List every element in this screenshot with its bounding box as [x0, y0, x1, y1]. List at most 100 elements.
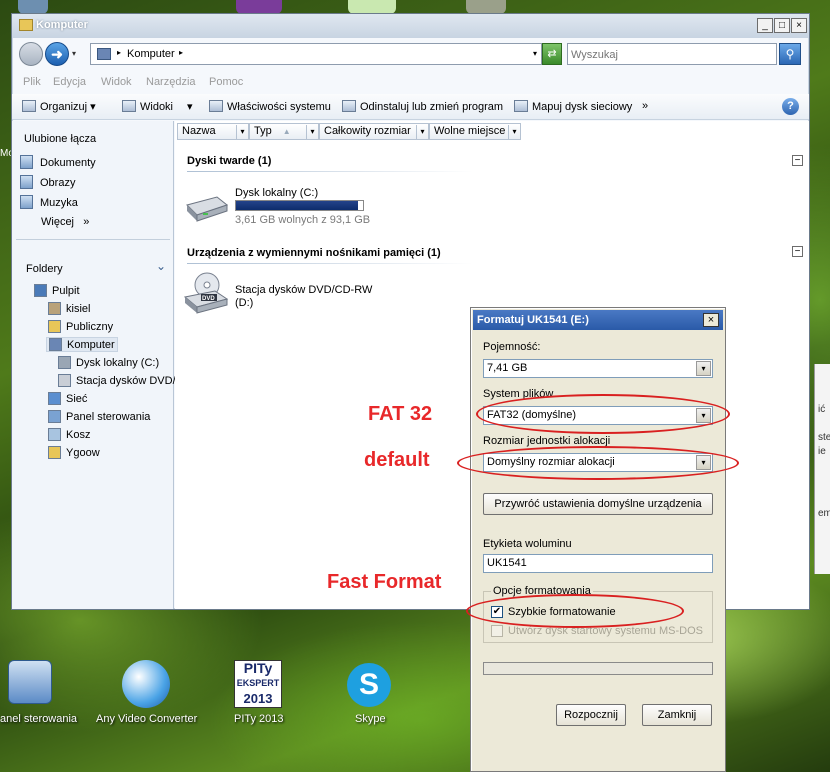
drive-c-usage-fill	[236, 201, 358, 210]
menu-edit[interactable]: Edycja	[53, 76, 86, 88]
msdos-checkbox[interactable]	[491, 625, 503, 637]
menu-tools[interactable]: Narzędzia	[146, 76, 196, 88]
chevron-down-icon[interactable]: ▾	[416, 125, 428, 139]
chevron-down-icon[interactable]: ▾	[306, 125, 318, 139]
tree-label: Ygoow	[66, 447, 100, 459]
pity-badge-line2: EKSPERT	[236, 678, 280, 688]
desktop-top-icon-4[interactable]	[466, 0, 506, 14]
tree-item-public[interactable]: Publiczny	[48, 320, 113, 333]
address-bar[interactable]: ▸ Komputer ▸ ▾	[90, 43, 542, 65]
start-button[interactable]: Rozpocznij	[556, 704, 626, 726]
desktop-top-icon-1[interactable]	[18, 0, 48, 14]
fav-label: Dokumenty	[40, 157, 96, 169]
fav-item-documents[interactable]: Dokumenty	[20, 155, 96, 169]
tree-item-computer[interactable]: Komputer	[46, 337, 118, 352]
pity-badge-line3: 2013	[243, 691, 273, 706]
drive-c-free-space: 3,61 GB wolnych z 93,1 GB	[235, 214, 371, 226]
menu-file[interactable]: Plik	[23, 76, 41, 88]
column-name[interactable]: Nazwa ▾	[177, 123, 249, 140]
bg-fragment-4: em	[818, 508, 830, 519]
desktop-label-any-video-converter[interactable]: Any Video Converter	[96, 713, 197, 725]
format-progress-bar	[483, 662, 713, 675]
title-bar[interactable]: Komputer _ □ ×	[12, 14, 809, 38]
refresh-button[interactable]: ⇄	[542, 43, 562, 65]
close-button[interactable]: ×	[791, 18, 807, 33]
tree-item-control-panel[interactable]: Panel sterowania	[48, 410, 150, 423]
format-dialog: Formatuj UK1541 (E:) × Pojemność: 7,41 G…	[470, 307, 726, 772]
capacity-value: 7,41 GB	[487, 362, 528, 374]
group-removable[interactable]: Urządzenia z wymiennymi nośnikami pamięc…	[187, 247, 441, 259]
history-chevron-icon[interactable]: ▾	[72, 49, 76, 58]
minimize-button[interactable]: _	[757, 18, 773, 33]
collapse-hard-drives-button[interactable]: −	[792, 155, 803, 166]
folder-icon	[48, 320, 61, 333]
desktop-icon-control-panel[interactable]	[8, 660, 52, 704]
capacity-select[interactable]: 7,41 GB ▾	[483, 359, 713, 378]
chevron-down-icon[interactable]: ⌄	[156, 259, 166, 273]
uninstall-button[interactable]: Odinstaluj lub zmień program	[342, 100, 503, 113]
music-icon	[20, 195, 33, 209]
search-box[interactable]	[567, 43, 777, 65]
column-total-size[interactable]: Całkowity rozmiar ▾	[319, 123, 429, 140]
search-input[interactable]	[571, 47, 771, 62]
chevron-down-icon[interactable]: ▾	[696, 361, 711, 376]
toolbar-more-button[interactable]: »	[642, 100, 648, 112]
desktop-top-icon-cpuz[interactable]	[236, 0, 282, 14]
restore-defaults-button[interactable]: Przywróć ustawienia domyślne urządzenia	[483, 493, 713, 515]
menu-help[interactable]: Pomoc	[209, 76, 243, 88]
tree-item-network[interactable]: Sieć	[48, 392, 87, 405]
breadcrumb-separator[interactable]: ▸	[117, 48, 121, 57]
annotation-fast-format: Fast Format	[327, 571, 442, 593]
desktop-label-skype[interactable]: Skype	[355, 713, 386, 725]
programs-icon	[342, 100, 356, 112]
breadcrumb-separator-2[interactable]: ▸	[179, 48, 183, 57]
help-icon[interactable]: ?	[782, 98, 799, 115]
organize-icon	[22, 100, 36, 112]
group-hard-drives[interactable]: Dyski twarde (1)	[187, 155, 271, 167]
navigation-pane: Ulubione łącza Dokumenty Obrazy Muzyka W…	[12, 121, 176, 609]
address-row: ➜ ▾ ▸ Komputer ▸ ▾ ⇄ ⚲	[12, 39, 809, 69]
desktop-top-icon-3[interactable]	[348, 0, 396, 14]
collapse-removable-button[interactable]: −	[792, 246, 803, 257]
organize-button[interactable]: Organizuj ▾	[22, 100, 96, 113]
pane-divider[interactable]	[16, 239, 170, 240]
system-properties-label: Właściwości systemu	[227, 101, 331, 113]
back-button[interactable]	[19, 42, 43, 66]
maximize-button[interactable]: □	[774, 18, 790, 33]
column-free-space[interactable]: Wolne miejsce ▾	[429, 123, 521, 140]
tree-item-recycle-bin[interactable]: Kosz	[48, 428, 90, 441]
tree-item-ygoow[interactable]: Ygoow	[48, 446, 100, 459]
column-type[interactable]: Typ ▲ ▾	[249, 123, 319, 140]
folders-title[interactable]: Foldery	[26, 263, 63, 275]
tree-item-dvd[interactable]: Stacja dysków DVD/	[58, 374, 176, 387]
dialog-title-bar[interactable]: Formatuj UK1541 (E:) ×	[473, 310, 723, 330]
views-button[interactable]: Widoki	[122, 100, 173, 113]
menu-view[interactable]: Widok	[101, 76, 132, 88]
fav-item-pictures[interactable]: Obrazy	[20, 175, 75, 189]
map-drive-button[interactable]: Mapuj dysk sieciowy	[514, 100, 632, 113]
tree-item-local-disk[interactable]: Dysk lokalny (C:)	[58, 356, 159, 369]
tree-item-kisiel[interactable]: kisiel	[48, 302, 90, 315]
desktop-label-control-panel[interactable]: anel sterowania	[0, 713, 77, 725]
views-dropdown-icon[interactable]: ▾	[187, 100, 193, 113]
tree-item-desktop[interactable]: Pulpit	[34, 284, 80, 297]
address-dropdown-icon[interactable]: ▾	[533, 49, 537, 58]
background-window[interactable]	[814, 364, 830, 574]
forward-button[interactable]: ➜	[45, 42, 69, 66]
close-dialog-button[interactable]: Zamknij	[642, 704, 712, 726]
breadcrumb-location[interactable]: Komputer	[127, 48, 175, 60]
desktop-icon-pity[interactable]: PITy EKSPERT 2013	[234, 660, 282, 708]
volume-label-input[interactable]: UK1541	[483, 554, 713, 573]
bg-fragment-3: ie	[818, 446, 826, 457]
column-label: Typ	[254, 125, 272, 137]
desktop-label-pity[interactable]: PITy 2013	[234, 713, 284, 725]
system-properties-button[interactable]: Właściwości systemu	[209, 100, 331, 113]
search-icon[interactable]: ⚲	[779, 43, 801, 65]
fav-item-music[interactable]: Muzyka	[20, 195, 78, 209]
fav-more-link[interactable]: Więcej »	[41, 216, 89, 228]
skype-icon[interactable]: S	[347, 663, 391, 707]
desktop-icon-any-video-converter[interactable]	[122, 660, 170, 708]
chevron-down-icon[interactable]: ▾	[236, 125, 248, 139]
dialog-close-button[interactable]: ×	[703, 313, 719, 327]
chevron-down-icon[interactable]: ▾	[508, 125, 520, 139]
